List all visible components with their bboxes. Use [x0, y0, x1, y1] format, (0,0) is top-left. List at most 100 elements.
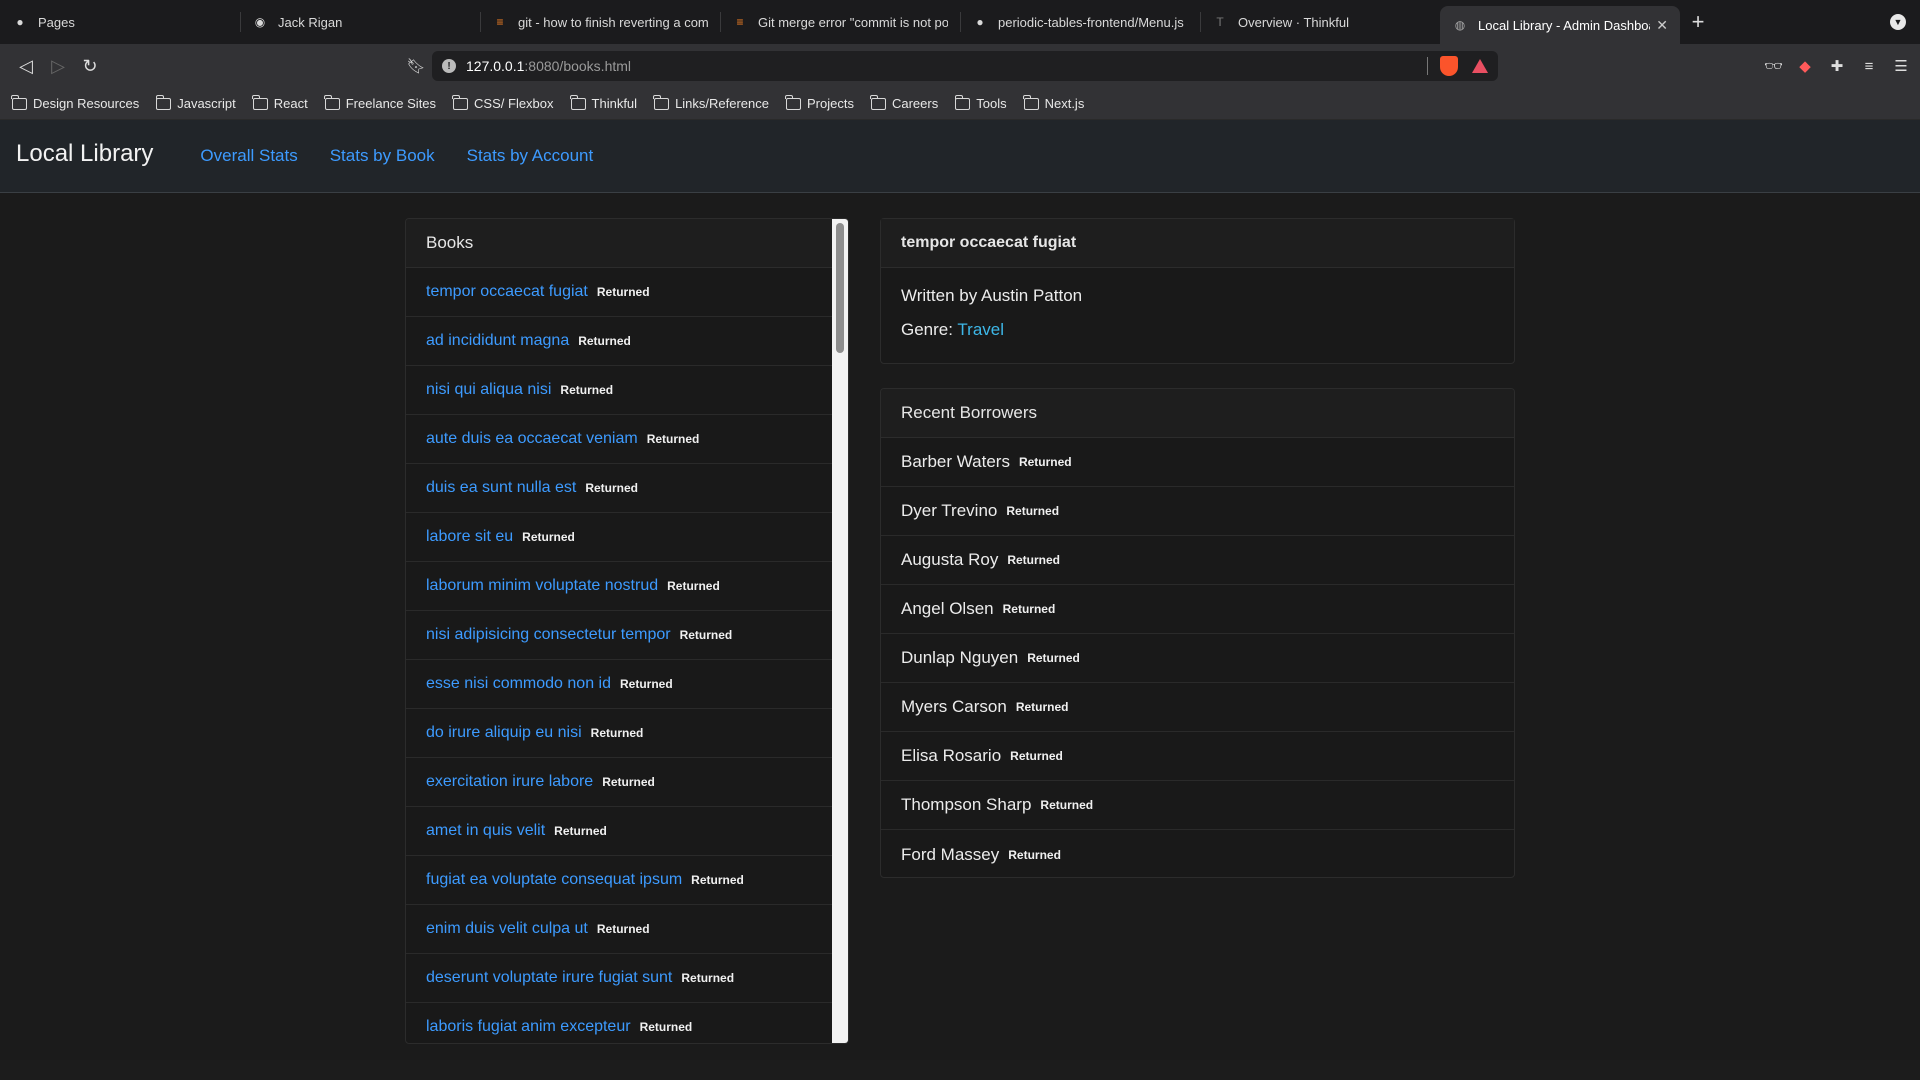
brave-shield-icon[interactable] [1440, 56, 1458, 76]
book-link[interactable]: laborum minim voluptate nostrud [426, 577, 658, 595]
forward-arrow-icon[interactable]: ▷ [42, 50, 74, 82]
github-icon: ● [16, 15, 24, 29]
back-arrow-icon[interactable]: ◁ [10, 50, 42, 82]
borrower-name: Dunlap Nguyen [901, 648, 1019, 667]
book-link[interactable]: aute duis ea occaecat veniam [426, 430, 638, 448]
book-link[interactable]: amet in quis velit [426, 822, 545, 840]
list-item: laborum minim voluptate nostrud Returned [406, 562, 834, 611]
browser-tab[interactable]: ● Pages [0, 0, 240, 44]
book-link[interactable]: laboris fugiat anim excepteur [426, 1018, 631, 1036]
url-path: :8080/books.html [524, 58, 632, 74]
puzzle-extensions-icon[interactable]: ✚ [1828, 57, 1846, 75]
book-list: tempor occaecat fugiat Returned ad incidi… [406, 268, 834, 1043]
book-link[interactable]: nisi adipisicing consectetur tempor [426, 626, 671, 644]
brave-rewards-icon[interactable] [1472, 59, 1488, 73]
list-item: nisi adipisicing consectetur tempor Retur… [406, 611, 834, 660]
bookmark-folder[interactable]: Links/Reference [653, 94, 769, 111]
stackoverflow-icon: ≡ [736, 15, 744, 29]
nav-stats-by-account[interactable]: Stats by Account [467, 146, 594, 166]
book-link[interactable]: exercitation irure labore [426, 773, 593, 791]
book-link[interactable]: enim duis velit culpa ut [426, 920, 588, 938]
bookmark-folder[interactable]: Thinkful [569, 94, 637, 111]
browser-tab[interactable]: ≡ git - how to finish reverting a comm [480, 0, 720, 44]
browser-tab-active[interactable]: ◍ Local Library - Admin Dashboard ✕ [1440, 6, 1680, 44]
status-badge: Returned [560, 383, 614, 397]
browser-tab[interactable]: T Overview · Thinkful [1200, 0, 1440, 44]
menu-icon[interactable]: ☰ [1892, 57, 1910, 75]
book-link[interactable]: labore sit eu [426, 528, 513, 546]
bookmark-folder[interactable]: Next.js [1022, 94, 1084, 111]
list-item: aute duis ea occaecat veniam Returned [406, 415, 834, 464]
book-link[interactable]: nisi qui aliqua nisi [426, 381, 551, 399]
book-link[interactable]: do irure aliquip eu nisi [426, 724, 582, 742]
bookmark-folder[interactable]: Design Resources [11, 94, 139, 111]
status-badge: Returned [602, 775, 655, 789]
glasses-extension-icon[interactable]: 👓︎ [1764, 57, 1783, 75]
book-detail-title: tempor occaecat fugiat [881, 219, 1514, 268]
bookmark-folder[interactable]: Freelance Sites [324, 94, 436, 111]
list-item: fugiat ea voluptate consequat ipsum Retur… [406, 856, 834, 905]
borrower-name: Augusta Roy [901, 550, 999, 569]
books-panel: Books tempor occaecat fugiat Returned ad … [405, 218, 849, 1044]
status-badge: Returned [1008, 847, 1061, 862]
genre-link[interactable]: Travel [957, 320, 1004, 339]
stackoverflow-icon: ≡ [496, 15, 504, 29]
bookmark-folder[interactable]: Javascript [155, 94, 236, 111]
list-item: exercitation irure labore Returned [406, 758, 834, 807]
book-link[interactable]: fugiat ea voluptate consequat ipsum [426, 871, 682, 889]
status-badge: Returned [596, 922, 650, 936]
status-badge: Returned [691, 873, 744, 887]
nav-stats-by-book[interactable]: Stats by Book [330, 146, 435, 166]
books-scrollbar[interactable] [832, 219, 848, 1043]
list-item: Augusta Roy Returned [881, 536, 1514, 585]
bookmark-folder[interactable]: Careers [870, 94, 938, 111]
folder-icon [452, 94, 469, 110]
folder-icon [785, 94, 802, 110]
status-badge: Returned [1040, 798, 1094, 812]
bookmark-folder[interactable]: Tools [954, 94, 1007, 111]
color-extension-icon[interactable]: ◆ [1796, 57, 1814, 75]
bookmark-folder[interactable]: React [252, 94, 308, 111]
close-tab-icon[interactable]: ✕ [1650, 17, 1668, 34]
book-link[interactable]: esse nisi commodo non id [426, 675, 611, 693]
book-link[interactable]: ad incididunt magna [426, 332, 569, 350]
bookmark-folder[interactable]: CSS/ Flexbox [452, 94, 554, 111]
book-link[interactable]: tempor occaecat fugiat [426, 283, 588, 301]
browser-tab[interactable]: ≡ Git merge error "commit is not poss [720, 0, 960, 44]
nav-overall-stats[interactable]: Overall Stats [200, 146, 297, 166]
browser-tab[interactable]: ● periodic-tables-frontend/Menu.js at [960, 0, 1200, 44]
github-icon: ● [976, 15, 984, 29]
list-item: nisi qui aliqua nisi Returned [406, 366, 834, 415]
app-brand[interactable]: Local Library [16, 140, 153, 168]
book-link[interactable]: duis ea sunt nulla est [426, 479, 576, 497]
status-badge: Returned [667, 579, 720, 593]
new-tab-button[interactable]: + [1680, 0, 1716, 44]
list-item: labore sit eu Returned [406, 513, 834, 562]
browser-toolbar: ◁ ▷ ↻ 🔖︎ ! 127.0.0.1 :8080/books.html 👓︎… [0, 44, 1920, 88]
borrower-name: Angel Olsen [901, 599, 994, 618]
book-detail-panel: tempor occaecat fugiat Written by Austin… [880, 218, 1515, 364]
list-item: Thompson Sharp Returned [881, 781, 1514, 830]
folder-icon [1022, 94, 1039, 110]
folder-icon [954, 94, 971, 110]
tab-list-dropdown-icon[interactable]: ▼ [1890, 14, 1906, 30]
borrower-name: Elisa Rosario [901, 746, 1002, 765]
book-link[interactable]: deserunt voluptate irure fugiat sunt [426, 969, 672, 987]
address-bar[interactable]: ! 127.0.0.1 :8080/books.html [432, 51, 1498, 81]
bookmark-icon[interactable]: 🔖︎ [400, 50, 432, 82]
bookmark-folder[interactable]: Projects [785, 94, 854, 111]
status-badge: Returned [585, 481, 638, 495]
bookmarks-bar: Design Resources Javascript React Freela… [0, 88, 1920, 120]
browser-tab[interactable]: ◉ Jack Rigan [240, 0, 480, 44]
status-badge: Returned [522, 530, 575, 544]
status-badge: Returned [1007, 553, 1061, 567]
site-info-icon[interactable]: ! [442, 59, 456, 73]
folder-icon [870, 94, 886, 110]
list-item: Dunlap Nguyen Returned [881, 634, 1514, 683]
scrollbar-thumb[interactable] [836, 223, 844, 353]
reload-icon[interactable]: ↻ [74, 50, 106, 82]
status-badge: Returned [639, 1020, 693, 1034]
list-item: ad incididunt magna Returned [406, 317, 834, 366]
folder-icon [569, 94, 586, 110]
playlist-icon[interactable]: ≡ [1860, 58, 1878, 75]
